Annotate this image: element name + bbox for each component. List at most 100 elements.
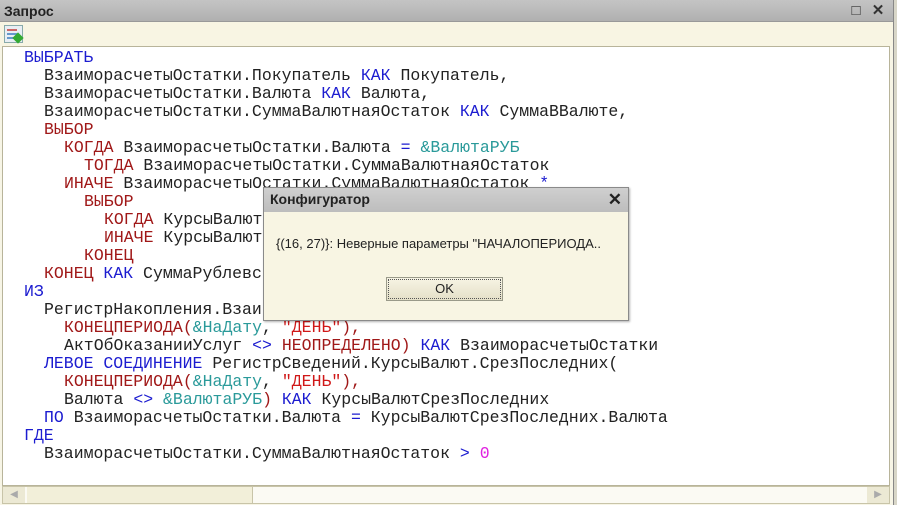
code-token: ) xyxy=(262,390,272,409)
code-line: КОГДА ВзаиморасчетыОстатки.Валюта = &Вал… xyxy=(64,139,520,157)
window-title: Запрос xyxy=(4,3,54,19)
code-token: ТОГДА xyxy=(84,156,134,175)
toolbar xyxy=(0,22,893,46)
code-token: СуммаРублевс xyxy=(133,264,262,283)
code-token: КОНЕЦ xyxy=(44,264,94,283)
code-token: ИЗ xyxy=(24,282,44,301)
code-line: РегистрНакопления.Взаи xyxy=(44,301,262,319)
code-token: ВзаиморасчетыОстатки.Валюта xyxy=(113,138,401,157)
code-line: КОНЕЦ xyxy=(84,247,134,265)
code-token: = xyxy=(400,138,411,157)
code-token: &НаДату xyxy=(192,318,263,337)
code-token: НЕОПРЕДЕЛЕНО) xyxy=(281,336,411,355)
dialog-title: Конфигуратор xyxy=(264,188,628,212)
code-token: ВЫБРАТЬ xyxy=(24,48,94,67)
code-token: КАК xyxy=(321,84,351,103)
dialog-close-icon[interactable]: ✕ xyxy=(608,190,622,210)
code-token: ВЫБОР xyxy=(84,192,134,211)
code-token: ВзаиморасчетыОстатки.СуммаВалютнаяОстато… xyxy=(44,444,460,463)
code-token: РегистрСведений.КурсыВалют.СрезПоследних… xyxy=(202,354,619,373)
code-line: КОНЕЦПЕРИОДА(&НаДату, "ДЕНЬ"), xyxy=(64,319,361,337)
code-token: ГДЕ xyxy=(24,426,54,445)
code-token: ВзаиморасчетыОстатки.СуммаВалютнаяОстато… xyxy=(133,156,550,175)
code-token: КурсыВалют xyxy=(153,210,263,229)
horizontal-scrollbar[interactable]: ◀ ▶ xyxy=(2,486,890,504)
code-token: АктОбОказанииУслуг xyxy=(64,336,253,355)
code-line: ИЗ xyxy=(24,283,44,301)
code-token: КурсыВалютСрезПоследних xyxy=(311,390,550,409)
code-token: КОНЕЦПЕРИОДА( xyxy=(64,318,193,337)
close-icon[interactable]: ✕ xyxy=(870,3,886,19)
code-line: ВЫБРАТЬ xyxy=(24,49,93,67)
code-token: <> xyxy=(133,390,154,409)
code-token: КОНЕЦПЕРИОДА( xyxy=(64,372,193,391)
scroll-left-icon[interactable]: ◀ xyxy=(3,487,25,503)
maximize-icon[interactable]: □ xyxy=(848,3,864,19)
code-token: КАК xyxy=(281,390,312,409)
ok-button[interactable]: OK xyxy=(386,277,503,301)
code-line: ГДЕ xyxy=(24,427,54,445)
code-line: ВзаиморасчетыОстатки.Покупатель КАК Поку… xyxy=(44,67,509,85)
code-token: = xyxy=(350,408,361,427)
code-token: ВзаиморасчетыОстатки.СуммаВалютнаяОстато… xyxy=(44,102,460,121)
code-token: КАК xyxy=(360,66,391,85)
code-token: , xyxy=(262,372,282,391)
code-token: КАК xyxy=(459,102,490,121)
code-token: &ВалютаРУБ xyxy=(420,138,520,157)
code-token: Валюта xyxy=(64,390,134,409)
code-token: &НаДату xyxy=(192,372,263,391)
code-token: ПО xyxy=(44,408,64,427)
code-token: КАК xyxy=(420,336,451,355)
code-token: СуммаВВалюте, xyxy=(489,102,629,121)
code-token: Валюта, xyxy=(350,84,431,103)
error-dialog: Конфигуратор ✕ {(16, 27)}: Неверные пара… xyxy=(263,187,629,321)
code-line: ВзаиморасчетыОстатки.Валюта КАК Валюта, xyxy=(44,85,430,103)
code-line: ВзаиморасчетыОстатки.СуммаВалютнаяОстато… xyxy=(44,103,628,121)
code-line: АктОбОказанииУслуг <> НЕОПРЕДЕЛЕНО) КАК … xyxy=(64,337,658,355)
code-token: Покупатель, xyxy=(390,66,510,85)
code-token: КурсыВалют xyxy=(153,228,263,247)
code-line: ТОГДА ВзаиморасчетыОстатки.СуммаВалютная… xyxy=(84,157,549,175)
background-window-edge xyxy=(893,0,897,505)
code-token: КОНЕЦ xyxy=(84,246,134,265)
code-line: КОГДА КурсыВалют xyxy=(104,211,262,229)
code-line: ВЫБОР xyxy=(44,121,94,139)
code-token: > xyxy=(459,444,470,463)
code-token: ИНАЧЕ xyxy=(104,228,154,247)
code-token: КОГДА xyxy=(104,210,154,229)
code-token: <> xyxy=(252,336,272,355)
code-token: КАК xyxy=(103,264,134,283)
code-token: ), xyxy=(341,372,362,391)
code-token: &ВалютаРУБ xyxy=(163,390,263,409)
code-token: ВзаиморасчетыОстатки.Покупатель xyxy=(44,66,361,85)
scroll-right-icon[interactable]: ▶ xyxy=(867,487,889,503)
code-token: ИНАЧЕ xyxy=(64,174,114,193)
scrollbar-thumb[interactable] xyxy=(27,487,253,503)
query-wizard-icon[interactable] xyxy=(4,25,23,43)
code-token: РегистрНакопления.Взаи xyxy=(44,300,262,319)
code-token: ВЫБОР xyxy=(44,120,94,139)
code-line: ВзаиморасчетыОстатки.СуммаВалютнаяОстато… xyxy=(44,445,490,463)
code-line: КОНЕЦПЕРИОДА(&НаДату, "ДЕНЬ"), xyxy=(64,373,361,391)
code-line: ВЫБОР xyxy=(84,193,134,211)
code-token: ВзаиморасчетыОстатки.Валюта xyxy=(44,84,322,103)
code-line: ЛЕВОЕ СОЕДИНЕНИЕ РегистрСведений.КурсыВа… xyxy=(44,355,618,373)
code-line: ИНАЧЕ КурсыВалют xyxy=(104,229,262,247)
code-token: ВзаиморасчетыОстатки xyxy=(450,336,659,355)
code-token: "ДЕНЬ" xyxy=(281,372,342,391)
code-line: КОНЕЦ КАК СуммаРублевс xyxy=(44,265,262,283)
code-line: ПО ВзаиморасчетыОстатки.Валюта = КурсыВа… xyxy=(44,409,668,427)
code-token: КОГДА xyxy=(64,138,114,157)
code-token: 0 xyxy=(479,444,490,463)
code-token: ЛЕВОЕ СОЕДИНЕНИЕ xyxy=(44,354,203,373)
dialog-message: {(16, 27)}: Неверные параметры "НАЧАЛОПЕ… xyxy=(276,236,601,251)
code-line: Валюта <> &ВалютаРУБ) КАК КурсыВалютСрез… xyxy=(64,391,549,409)
window-titlebar: Запрос □ ✕ xyxy=(0,0,893,22)
